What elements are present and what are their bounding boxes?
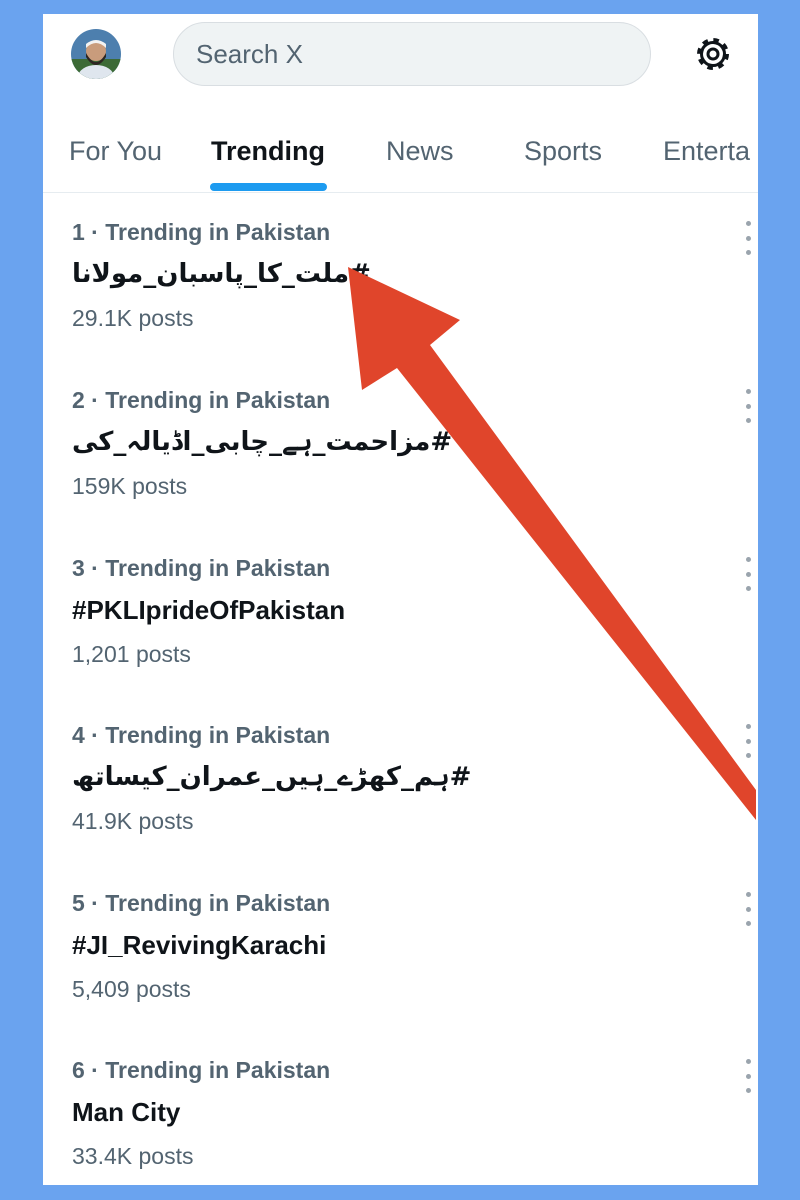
trend-item[interactable]: 4 · Trending in Pakistan #ہم_کھڑے_ہیں_عم… [72,722,751,862]
trend-rank-label: 1 · Trending in Pakistan [72,219,331,245]
trend-hashtag: #PKLIprideOfPakistan [72,595,346,625]
trend-hashtag: Man City [72,1097,181,1127]
trend-post-count: 5,409 posts [72,976,191,1002]
search-placeholder: Search X [196,38,303,69]
tab-sports[interactable]: Sports [524,136,602,167]
more-vertical-icon[interactable] [734,892,758,926]
more-vertical-icon[interactable] [734,1059,758,1093]
tab-trending[interactable]: Trending [211,136,325,167]
trend-rank-label: 5 · Trending in Pakistan [72,890,331,916]
active-tab-indicator [210,183,327,191]
trend-rank-label: 4 · Trending in Pakistan [72,722,331,748]
trend-rank-label: 6 · Trending in Pakistan [72,1057,331,1083]
trend-item[interactable]: 2 · Trending in Pakistan #مزاحمت_ہے_چابی… [72,387,751,527]
tab-bar: For You Trending News Sports Enterta [43,124,758,193]
more-vertical-icon[interactable] [734,389,758,423]
trend-item[interactable]: 3 · Trending in Pakistan #PKLIprideOfPak… [72,555,751,695]
more-vertical-icon[interactable] [734,221,758,255]
trend-post-count: 33.4K posts [72,1143,194,1169]
trend-rank-label: 3 · Trending in Pakistan [72,555,331,581]
tab-for-you[interactable]: For You [69,136,162,167]
trend-hashtag: #مزاحمت_ہے_چابی_اڈیالہ_کی [72,427,453,457]
avatar-image [71,29,121,79]
trend-item[interactable]: 1 · Trending in Pakistan #ملت_کا_پاسبان_… [72,219,751,359]
explore-screen: Search X For You Trending News Sports En… [43,14,758,1185]
gear-icon[interactable] [693,34,733,74]
tab-news[interactable]: News [386,136,454,167]
trend-post-count: 29.1K posts [72,305,194,331]
trend-hashtag: #ملت_کا_پاسبان_مولانا [72,259,371,289]
trend-hashtag: #ہم_کھڑے_ہیں_عمران_کیساتھ [72,762,472,792]
avatar[interactable] [71,29,121,79]
search-input[interactable]: Search X [173,22,651,86]
trend-rank-label: 2 · Trending in Pakistan [72,387,331,413]
more-vertical-icon[interactable] [734,557,758,591]
trend-item[interactable]: 5 · Trending in Pakistan #JI_RevivingKar… [72,890,751,1030]
trend-post-count: 159K posts [72,473,188,499]
trend-post-count: 41.9K posts [72,808,194,834]
top-bar: Search X [43,14,758,104]
tab-entertainment[interactable]: Enterta [663,136,750,167]
trend-post-count: 1,201 posts [72,641,191,667]
trend-hashtag: #JI_RevivingKarachi [72,930,327,960]
trend-item[interactable]: 6 · Trending in Pakistan Man City 33.4K … [72,1057,751,1185]
more-vertical-icon[interactable] [734,724,758,758]
